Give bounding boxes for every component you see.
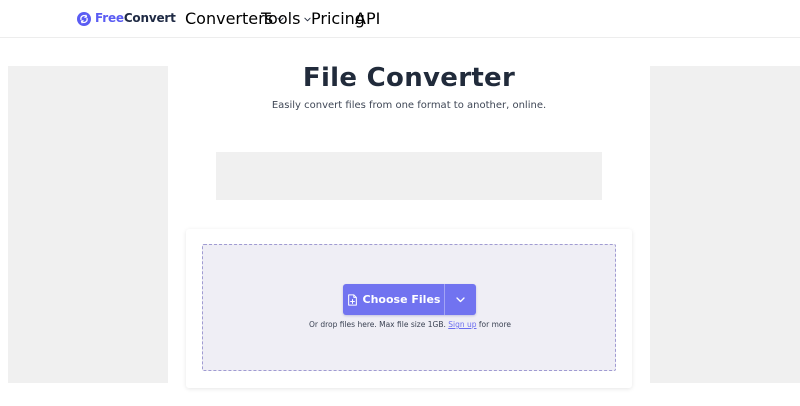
logo-text-convert: Convert: [123, 11, 176, 25]
left-ad-placeholder: [8, 66, 168, 383]
choose-files-button[interactable]: Choose Files: [343, 284, 444, 315]
choose-files-button-group: Choose Files: [343, 284, 476, 315]
choose-files-label: Choose Files: [362, 293, 441, 306]
upload-source-dropdown-button[interactable]: [445, 284, 476, 315]
chevron-down-icon: [456, 296, 465, 302]
page-title: File Converter: [302, 63, 516, 93]
nav-tools[interactable]: Tools: [261, 9, 312, 28]
sign-up-link[interactable]: Sign up: [448, 320, 476, 329]
file-dropzone[interactable]: Choose Files Or drop files here. Max fil…: [202, 244, 616, 371]
nav-api-label: API: [355, 9, 381, 28]
nav-tools-label: Tools: [261, 9, 301, 28]
logo-text: FreeConvert: [95, 10, 176, 27]
drop-hint-suffix: for more: [478, 320, 512, 329]
drop-hint: Or drop files here. Max file size 1GB. S…: [203, 319, 617, 331]
nav-converters-label: Converters: [185, 9, 274, 28]
logo-text-free: Free: [95, 11, 124, 25]
right-ad-placeholder: [650, 66, 800, 383]
drop-hint-text: Or drop files here. Max file size 1GB.: [308, 320, 446, 329]
convert-logo-icon: [77, 11, 91, 26]
site-header: FreeConvert Converters Tools Pricing API: [0, 0, 800, 38]
page-subtitle: Easily convert files from one format to …: [271, 100, 547, 111]
freeconvert-logo[interactable]: FreeConvert: [77, 10, 176, 27]
upload-card: Choose Files Or drop files here. Max fil…: [186, 229, 632, 388]
nav-api[interactable]: API: [355, 9, 381, 28]
file-plus-icon: [347, 293, 357, 306]
banner-ad-placeholder: [216, 152, 602, 200]
